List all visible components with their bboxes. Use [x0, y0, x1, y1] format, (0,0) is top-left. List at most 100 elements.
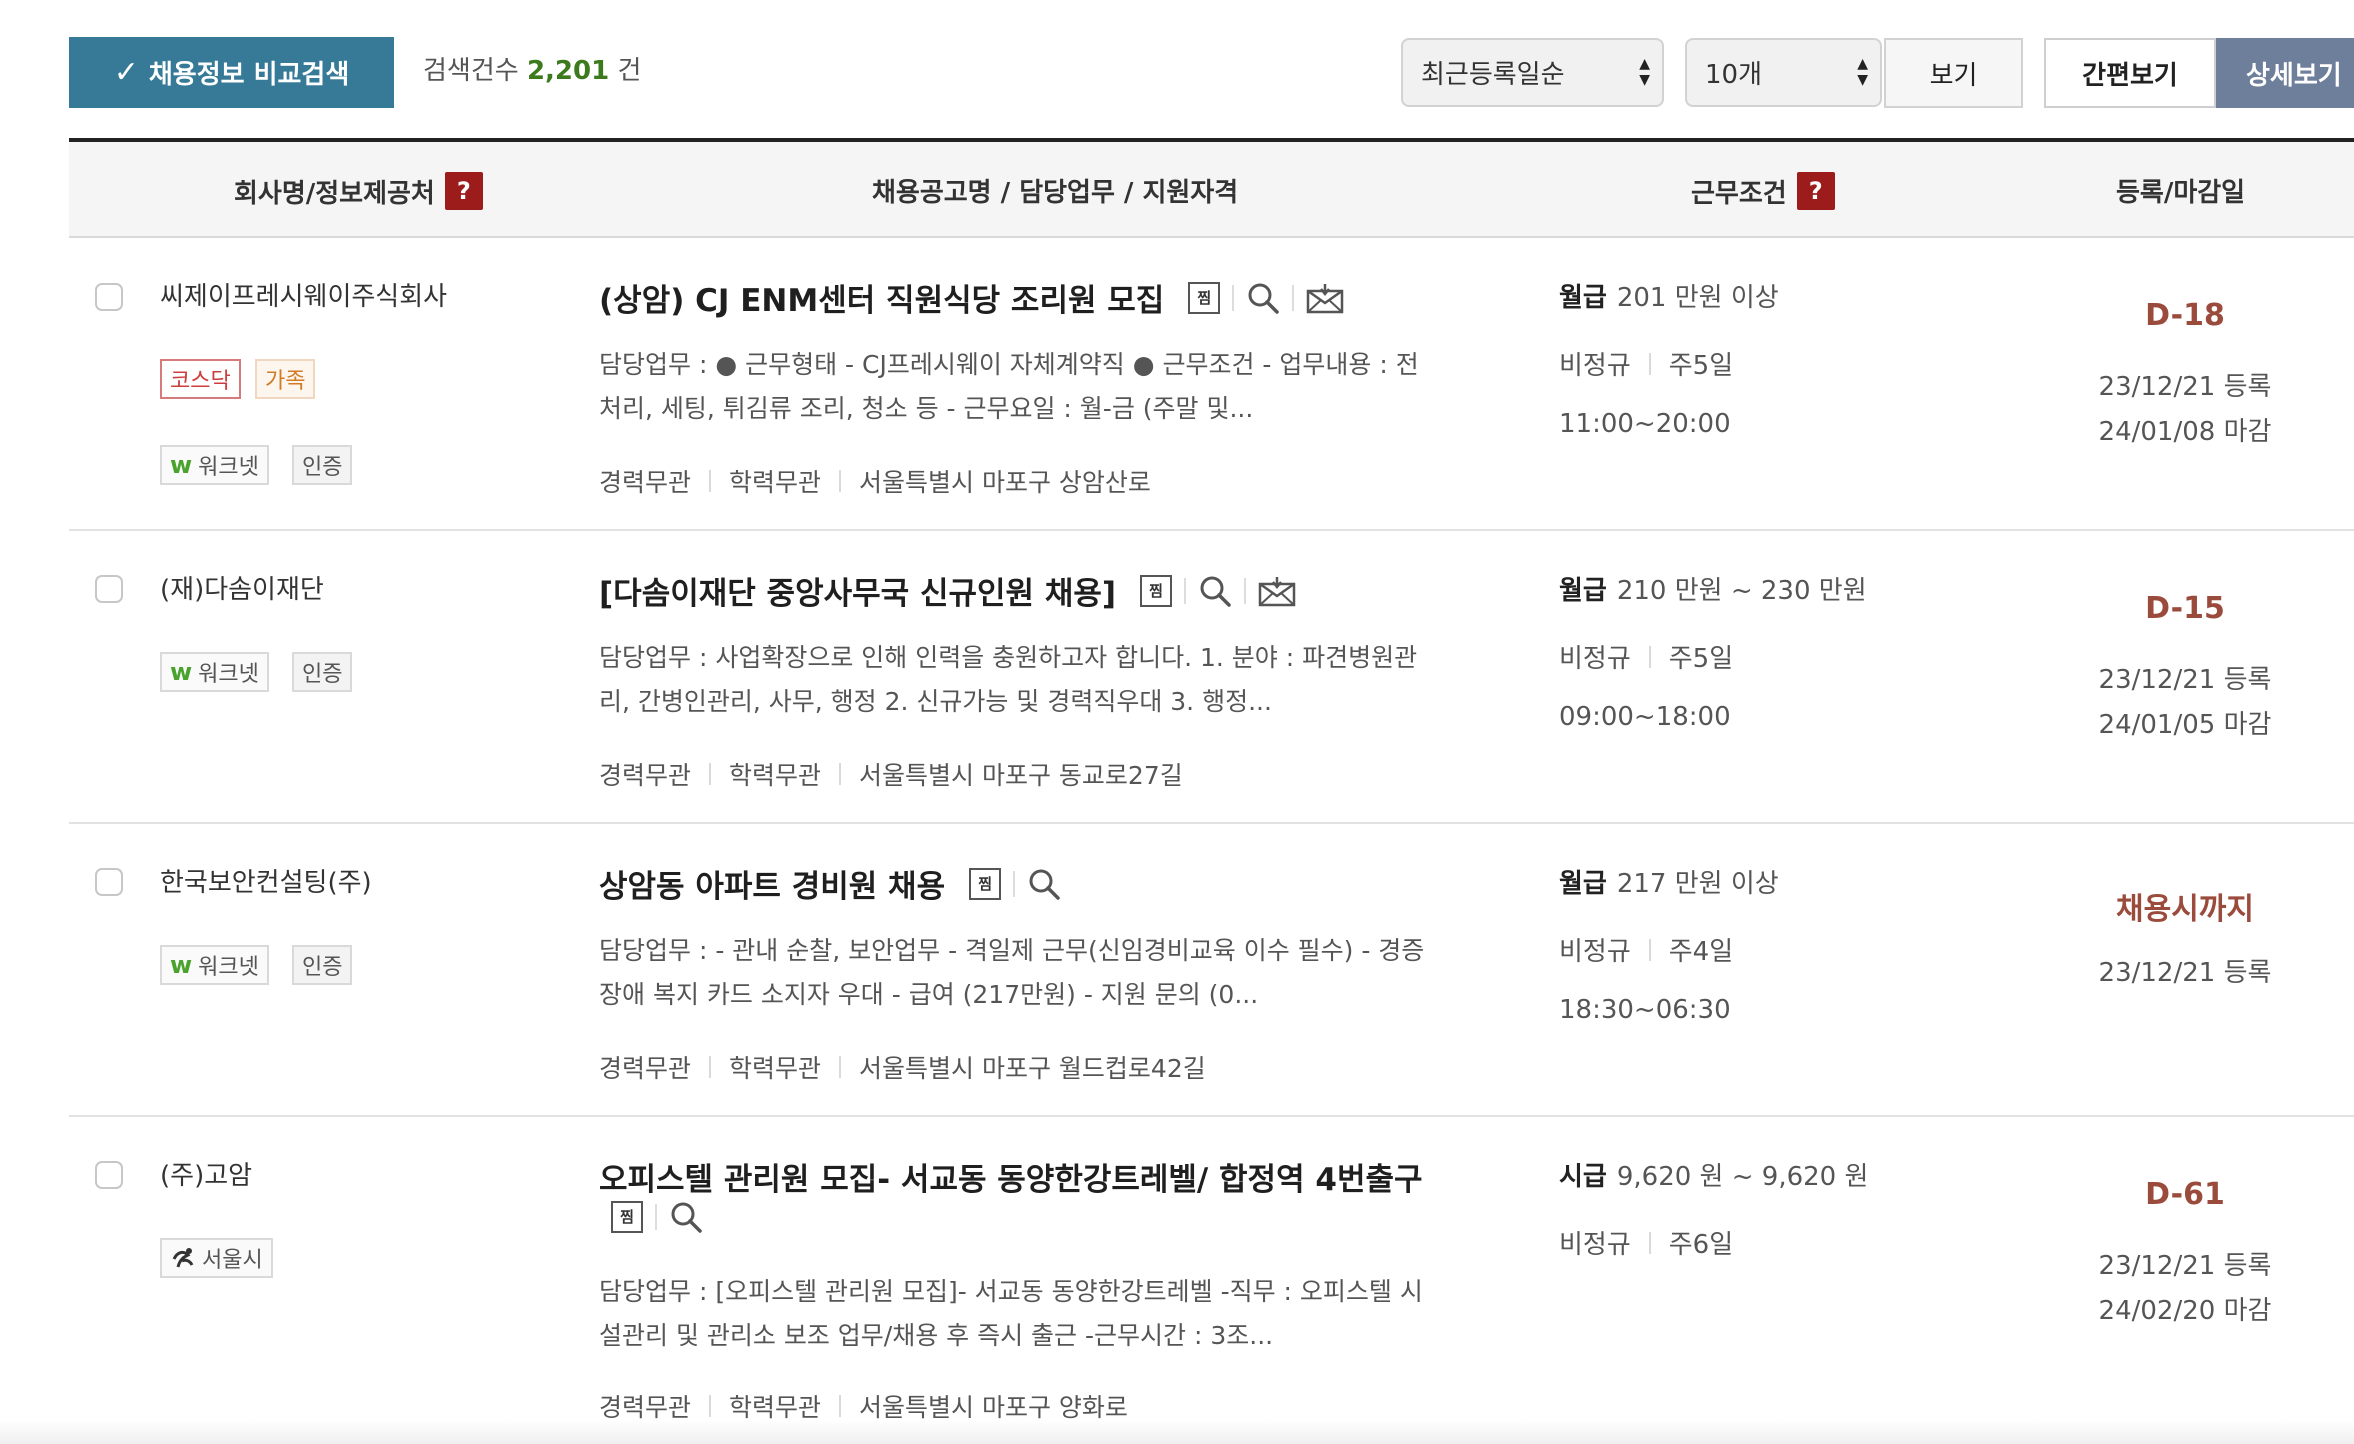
- salary-type: 월급: [1559, 576, 1607, 606]
- experience-requirement: 경력무관: [599, 468, 692, 497]
- work-days: 주4일: [1668, 937, 1734, 967]
- salary-type: 월급: [1559, 283, 1607, 313]
- meta-divider: [839, 470, 842, 492]
- salary-type: 시급: [1559, 1162, 1607, 1192]
- job-requirements: 경력무관 학력무관 서울특별시 마포구 월드컵로42길: [599, 1049, 1206, 1085]
- result-count-suffix: 건: [617, 56, 642, 86]
- job-duty-description: 담당업무 : ● 근무형태 - CJ프레시웨이 자체계약직 ● 근무조건 - 업…: [599, 343, 1529, 431]
- salary: 시급 9,620 원 ~ 9,620 원: [1559, 1156, 1868, 1193]
- worknet-logo-icon: w: [170, 451, 193, 479]
- meta-divider: [709, 763, 712, 785]
- meta-divider: [709, 470, 712, 492]
- column-header-title: 채용공고명 / 담당업무 / 지원자격: [872, 178, 1239, 208]
- row-checkbox[interactable]: [95, 575, 123, 603]
- education-requirement: 학력무관: [729, 468, 822, 497]
- certified-tag: 인증: [292, 945, 353, 985]
- column-header-conditions: 근무조건 ?: [1691, 172, 1835, 210]
- icon-divider: [1013, 870, 1016, 897]
- job-title-line: [다솜이재단 중앙사무국 신규인원 채용] 찜: [599, 568, 1296, 613]
- experience-requirement: 경력무관: [599, 1054, 692, 1083]
- help-icon[interactable]: ?: [444, 172, 483, 210]
- duty-line: 설관리 및 관리소 보조 업무/채용 후 즉시 출근 -근무시간 : 3조...: [599, 1321, 1274, 1350]
- quick-view-search-icon[interactable]: [1027, 867, 1061, 901]
- education-requirement: 학력무관: [729, 1393, 822, 1422]
- job-duty-description: 담당업무 : 사업확장으로 인해 인력을 충원하고자 합니다. 1. 분야 : …: [599, 636, 1529, 724]
- employment-info: 비정규 주4일: [1559, 931, 1733, 968]
- result-count-value: 2,201: [526, 56, 610, 86]
- job-title-line: (상암) CJ ENM센터 직원식당 조리원 모집 찜: [599, 275, 1344, 320]
- certified-tag: 인증: [292, 445, 353, 485]
- result-count-prefix: 검색건수: [423, 56, 519, 86]
- registered-date: 23/12/21 등록: [2098, 1251, 2272, 1281]
- page-size-select[interactable]: 10개 ▲ ▼: [1685, 38, 1882, 107]
- employment-type: 비정규: [1559, 644, 1631, 674]
- education-requirement: 학력무관: [729, 761, 822, 790]
- job-title-link[interactable]: [다솜이재단 중앙사무국 신규인원 채용]: [599, 568, 1116, 613]
- job-title-line: 오피스텔 관리원 모집- 서교동 동양한강트레벨/ 합정역 4번출구: [599, 1154, 1423, 1199]
- row-checkbox[interactable]: [95, 1161, 123, 1189]
- scrap-icon[interactable]: 찜: [611, 1201, 643, 1233]
- duty-line: 리, 간병인관리, 사무, 행정 2. 신규가능 및 경력직우대 3. 행정..…: [599, 687, 1272, 716]
- meta-divider: [1648, 938, 1651, 961]
- work-location: 서울특별시 마포구 상암산로: [859, 468, 1151, 497]
- deadline-countdown: 채용시까지: [2116, 892, 2254, 927]
- company-name[interactable]: 한국보안컨설팅(주): [160, 862, 372, 899]
- salary: 월급 201 만원 이상: [1559, 277, 1779, 314]
- quick-view-search-icon[interactable]: [669, 1200, 703, 1234]
- meta-divider: [839, 1395, 842, 1417]
- duty-line: 담당업무 : [오피스텔 관리원 모집]- 서교동 동양한강트레벨 -직무 : …: [599, 1277, 1423, 1306]
- employment-info: 비정규 주5일: [1559, 638, 1733, 675]
- meta-divider: [839, 763, 842, 785]
- result-count: 검색건수 2,201 건: [423, 50, 641, 87]
- icon-divider: [655, 1204, 657, 1230]
- registered-date: 23/12/21 등록: [2098, 958, 2272, 988]
- quick-view-search-icon[interactable]: [1246, 281, 1280, 315]
- deadline-countdown: D-15: [2145, 591, 2225, 626]
- work-location: 서울특별시 마포구 동교로27길: [859, 761, 1183, 790]
- source-label: 워크넷: [198, 455, 259, 480]
- work-days: 주5일: [1668, 644, 1734, 674]
- view-button[interactable]: 보기: [1884, 38, 2023, 108]
- detail-view-tab[interactable]: 상세보기: [2216, 38, 2354, 108]
- meta-divider: [709, 1056, 712, 1078]
- job-title-link[interactable]: 오피스텔 관리원 모집- 서교동 동양한강트레벨/ 합정역 4번출구: [599, 1154, 1423, 1199]
- apply-envelope-icon[interactable]: [1258, 575, 1296, 607]
- deadline-date: 24/01/08 마감: [2098, 417, 2272, 447]
- scrap-icon[interactable]: 찜: [1140, 574, 1173, 607]
- row-checkbox[interactable]: [95, 868, 123, 896]
- certified-tag: 인증: [292, 652, 353, 692]
- scrap-icon[interactable]: 찜: [1188, 281, 1221, 314]
- help-icon[interactable]: ?: [1796, 172, 1835, 210]
- job-requirements: 경력무관 학력무관 서울특별시 마포구 상암산로: [599, 463, 1151, 499]
- salary: 월급 217 만원 이상: [1559, 863, 1779, 900]
- company-name[interactable]: 씨제이프레시웨이주식회사: [160, 276, 447, 313]
- work-location: 서울특별시 마포구 월드컵로42길: [859, 1054, 1206, 1083]
- duty-line: 담당업무 : ● 근무형태 - CJ프레시웨이 자체계약직 ● 근무조건 - 업…: [599, 350, 1419, 379]
- compare-search-button[interactable]: ✓ 채용정보 비교검색: [69, 37, 394, 108]
- scrap-icon[interactable]: 찜: [969, 867, 1002, 900]
- sort-order-select[interactable]: 최근등록일순 ▲ ▼: [1401, 38, 1664, 107]
- salary: 월급 210 만원 ~ 230 만원: [1559, 570, 1867, 607]
- deadline-countdown: D-18: [2145, 298, 2225, 333]
- sort-order-value: 최근등록일순: [1421, 60, 1565, 90]
- row-checkbox[interactable]: [95, 283, 123, 311]
- select-arrows-icon: ▲ ▼: [1639, 56, 1650, 88]
- job-action-icons: 찜: [599, 1200, 703, 1234]
- registered-date: 23/12/21 등록: [2098, 665, 2272, 695]
- family-company-tag: 가족: [255, 359, 316, 399]
- education-requirement: 학력무관: [729, 1054, 822, 1083]
- quick-view-search-icon[interactable]: [1198, 574, 1232, 608]
- meta-divider: [839, 1056, 842, 1078]
- job-title-link[interactable]: (상암) CJ ENM센터 직원식당 조리원 모집: [599, 275, 1164, 320]
- work-days: 주5일: [1668, 351, 1734, 381]
- source-tag: w 워크넷: [160, 652, 269, 692]
- apply-envelope-icon[interactable]: [1306, 282, 1344, 314]
- simple-view-tab[interactable]: 간편보기: [2044, 38, 2216, 108]
- page-bottom-shade: [0, 1420, 2354, 1444]
- work-hours: 09:00~18:00: [1559, 702, 1731, 732]
- job-title-link[interactable]: 상암동 아파트 경비원 채용: [599, 861, 945, 906]
- icon-divider: [1244, 577, 1247, 604]
- company-name[interactable]: (재)다솜이재단: [160, 569, 324, 606]
- company-name[interactable]: (주)고암: [160, 1155, 252, 1192]
- duty-line: 담당업무 : - 관내 순찰, 보안업무 - 격일제 근무(신임경비교육 이수 …: [599, 936, 1425, 965]
